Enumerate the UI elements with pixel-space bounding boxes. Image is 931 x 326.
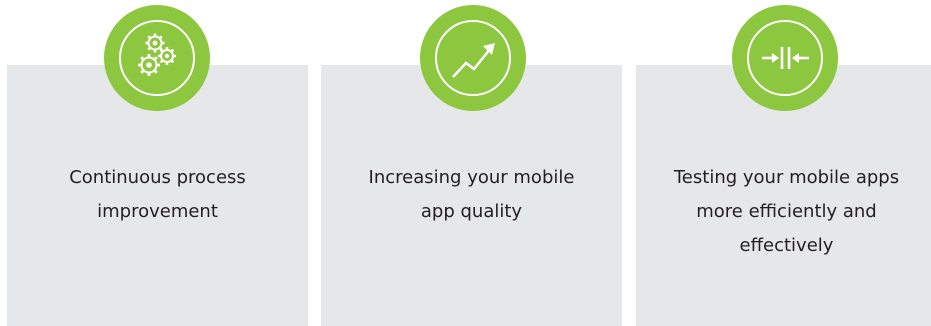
caption-line: Increasing your mobile — [368, 167, 575, 188]
trend-up-arrow-icon — [435, 20, 511, 96]
feature-badge — [104, 5, 210, 111]
caption-line: effectively — [739, 235, 834, 256]
caption-line: Testing your mobile apps — [673, 167, 900, 188]
caption-line: app quality — [420, 201, 523, 222]
feature-caption: Testing your mobile apps more efficientl… — [646, 161, 927, 263]
feature-caption: Increasing your mobile app quality — [331, 161, 612, 229]
compress-arrows-icon — [747, 20, 823, 96]
feature-badge — [420, 5, 526, 111]
feature-badge — [732, 5, 838, 111]
caption-line: more efficiently and — [696, 201, 877, 222]
feature-caption: Continuous process improvement — [17, 161, 298, 229]
gears-icon — [119, 20, 195, 96]
caption-line: improvement — [97, 201, 218, 222]
caption-line: Continuous process — [69, 167, 246, 188]
